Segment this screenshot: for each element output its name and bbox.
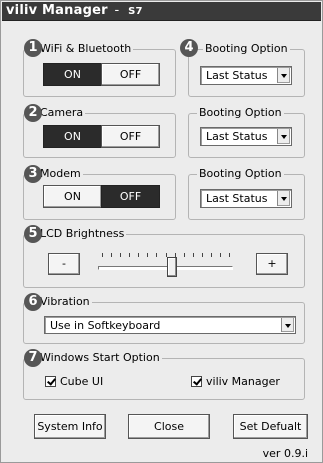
modem-booting-select[interactable]: Last Status [200, 189, 292, 208]
slider-tick [129, 253, 130, 257]
viliv-manager-label: viliv Manager [206, 375, 280, 388]
slider-tick [202, 253, 203, 257]
vibration-select[interactable]: Use in Softkeyboard [44, 316, 296, 334]
section-number-badge: 7 [24, 349, 42, 367]
slider-tick [120, 253, 121, 257]
slider-tick [193, 253, 194, 257]
section-number-badge: 3 [24, 165, 42, 183]
brightness-decrease-button[interactable]: - [48, 253, 80, 275]
modem-booting-value: Last Status [206, 192, 268, 205]
model-name: S7 [128, 6, 143, 17]
system-info-button[interactable]: System Info [34, 414, 106, 439]
wifi-booting-label: Booting Option [203, 42, 290, 55]
modem-label: Modem [38, 167, 83, 180]
wifi-booting-select[interactable]: Last Status [200, 66, 292, 85]
slider-tick [147, 253, 148, 257]
windows-start-label: Windows Start Option [38, 351, 162, 364]
wifi-bluetooth-label: WiFi & Bluetooth [38, 42, 134, 55]
dropdown-arrow-icon[interactable] [277, 191, 290, 206]
slider-tick [102, 253, 103, 257]
section-number-badge: 4 [180, 39, 198, 57]
modem-off-button[interactable]: OFF [101, 185, 160, 208]
section-number-badge: 5 [24, 225, 42, 243]
slider-tick [184, 253, 185, 257]
camera-booting-value: Last Status [206, 130, 268, 143]
slider-tick [111, 253, 112, 257]
modem-booting-label: Booting Option [197, 167, 284, 180]
dropdown-arrow-icon[interactable] [277, 129, 290, 144]
brightness-slider-track[interactable] [98, 266, 233, 270]
app-name: viliv Manager [6, 3, 108, 18]
viliv-manager-window: viliv Manager - S7 WiFi & Bluetooth 1 ON… [0, 0, 323, 463]
cube-ui-checkbox[interactable] [45, 376, 56, 387]
camera-booting-label: Booting Option [197, 106, 284, 119]
lcd-brightness-label: LCD Brightness [38, 227, 127, 240]
section-number-badge: 2 [24, 104, 42, 122]
viliv-manager-checkbox[interactable] [191, 376, 202, 387]
vibration-value: Use in Softkeyboard [50, 319, 161, 332]
title-separator: - [114, 3, 120, 18]
modem-on-button[interactable]: ON [43, 185, 102, 208]
vibration-label: Vibration [38, 295, 92, 308]
camera-booting-select[interactable]: Last Status [200, 127, 292, 146]
brightness-increase-button[interactable]: + [256, 253, 288, 275]
brightness-slider-thumb[interactable] [167, 257, 177, 277]
cube-ui-label: Cube UI [60, 375, 104, 388]
camera-label: Camera [38, 106, 86, 119]
set-default-button[interactable]: Set Defualt [233, 414, 308, 439]
section-number-badge: 1 [24, 39, 42, 57]
version-label: ver 0.9.i [262, 447, 308, 460]
close-button[interactable]: Close [128, 414, 210, 439]
section-number-badge: 6 [24, 293, 42, 311]
wifi-on-button[interactable]: ON [43, 63, 102, 86]
wifi-booting-value: Last Status [206, 69, 268, 82]
slider-tick [229, 253, 230, 257]
wifi-off-button[interactable]: OFF [101, 63, 160, 86]
dropdown-arrow-icon[interactable] [277, 68, 290, 83]
camera-off-button[interactable]: OFF [101, 125, 160, 148]
slider-tick [156, 253, 157, 257]
dropdown-arrow-icon[interactable] [281, 318, 294, 332]
slider-tick [211, 253, 212, 257]
title-bar[interactable]: viliv Manager - S7 [2, 2, 321, 21]
window-title: viliv Manager - S7 [6, 3, 143, 18]
slider-tick [220, 253, 221, 257]
slider-tick [138, 253, 139, 257]
camera-on-button[interactable]: ON [43, 125, 102, 148]
